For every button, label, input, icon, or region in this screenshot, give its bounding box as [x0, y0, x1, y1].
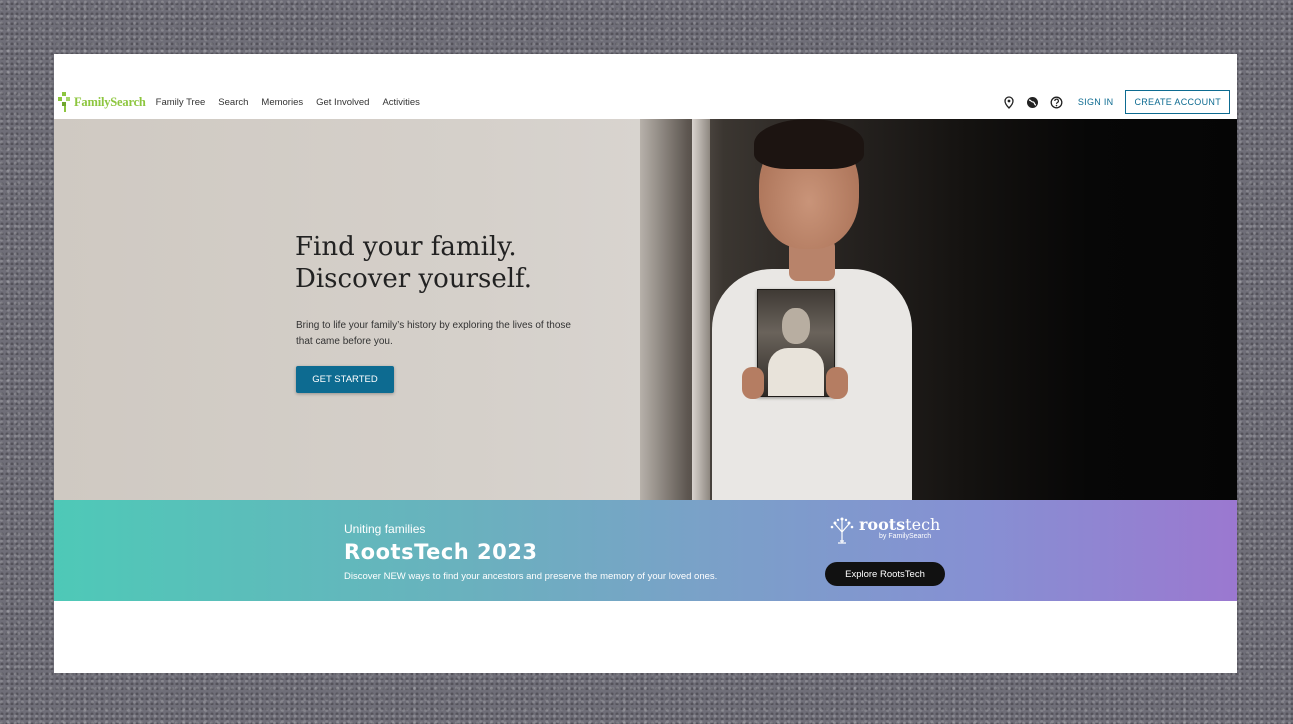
rootstech-wordmark: rootstech by FamilySearch: [859, 516, 940, 540]
vintage-photo-face: [782, 308, 810, 344]
location-pin-icon[interactable]: [1002, 95, 1016, 109]
hero-title-line1: Find your family.: [295, 232, 517, 262]
browser-page: FamilySearch Family Tree Search Memories…: [54, 54, 1237, 673]
nav-memories[interactable]: Memories: [261, 97, 303, 108]
sign-in-link[interactable]: SIGN IN: [1078, 97, 1114, 107]
create-account-button[interactable]: CREATE ACCOUNT: [1125, 90, 1230, 114]
rootstech-tech: tech: [905, 515, 941, 534]
nav-activities[interactable]: Activities: [382, 97, 419, 108]
explore-rootstech-button[interactable]: Explore RootsTech: [825, 562, 945, 586]
vintage-photograph: [757, 289, 835, 397]
door-frame: [692, 119, 710, 500]
familysearch-logo[interactable]: FamilySearch: [58, 92, 146, 112]
hero-description: Bring to life your family’s history by e…: [296, 320, 571, 347]
nav-actions: SIGN IN CREATE ACCOUNT: [992, 90, 1230, 114]
hero-section: Find your family. Discover yourself. Bri…: [54, 119, 1237, 500]
tree-logo-icon: [58, 92, 72, 112]
help-icon[interactable]: [1050, 95, 1064, 109]
rootstech-logo: rootstech by FamilySearch: [829, 516, 940, 544]
hero-title: Find your family. Discover yourself.: [295, 231, 532, 295]
left-hand: [742, 367, 764, 399]
right-hand: [826, 367, 848, 399]
nav-family-tree[interactable]: Family Tree: [156, 97, 206, 108]
brand-name: FamilySearch: [74, 94, 146, 109]
banner-subtitle: Uniting families: [344, 522, 426, 536]
get-started-button[interactable]: GET STARTED: [296, 366, 394, 393]
boy-hair: [754, 119, 864, 169]
rootstech-tree-icon: [829, 516, 855, 544]
rootstech-banner: Uniting families RootsTech 2023 Discover…: [54, 500, 1237, 601]
banner-description: Discover NEW ways to find your ancestors…: [344, 571, 718, 582]
nav-search[interactable]: Search: [218, 97, 248, 108]
rootstech-byline: by FamilySearch: [879, 533, 932, 540]
globe-icon[interactable]: [1026, 95, 1040, 109]
nav-links: Family Tree Search Memories Get Involved…: [156, 97, 433, 108]
banner-title: RootsTech 2023: [344, 540, 538, 564]
vintage-photo-shirt: [768, 348, 824, 396]
top-nav: FamilySearch Family Tree Search Memories…: [54, 86, 1237, 118]
nav-get-involved[interactable]: Get Involved: [316, 97, 369, 108]
rootstech-roots: roots: [859, 515, 906, 534]
hero-title-line2: Discover yourself.: [295, 264, 533, 294]
